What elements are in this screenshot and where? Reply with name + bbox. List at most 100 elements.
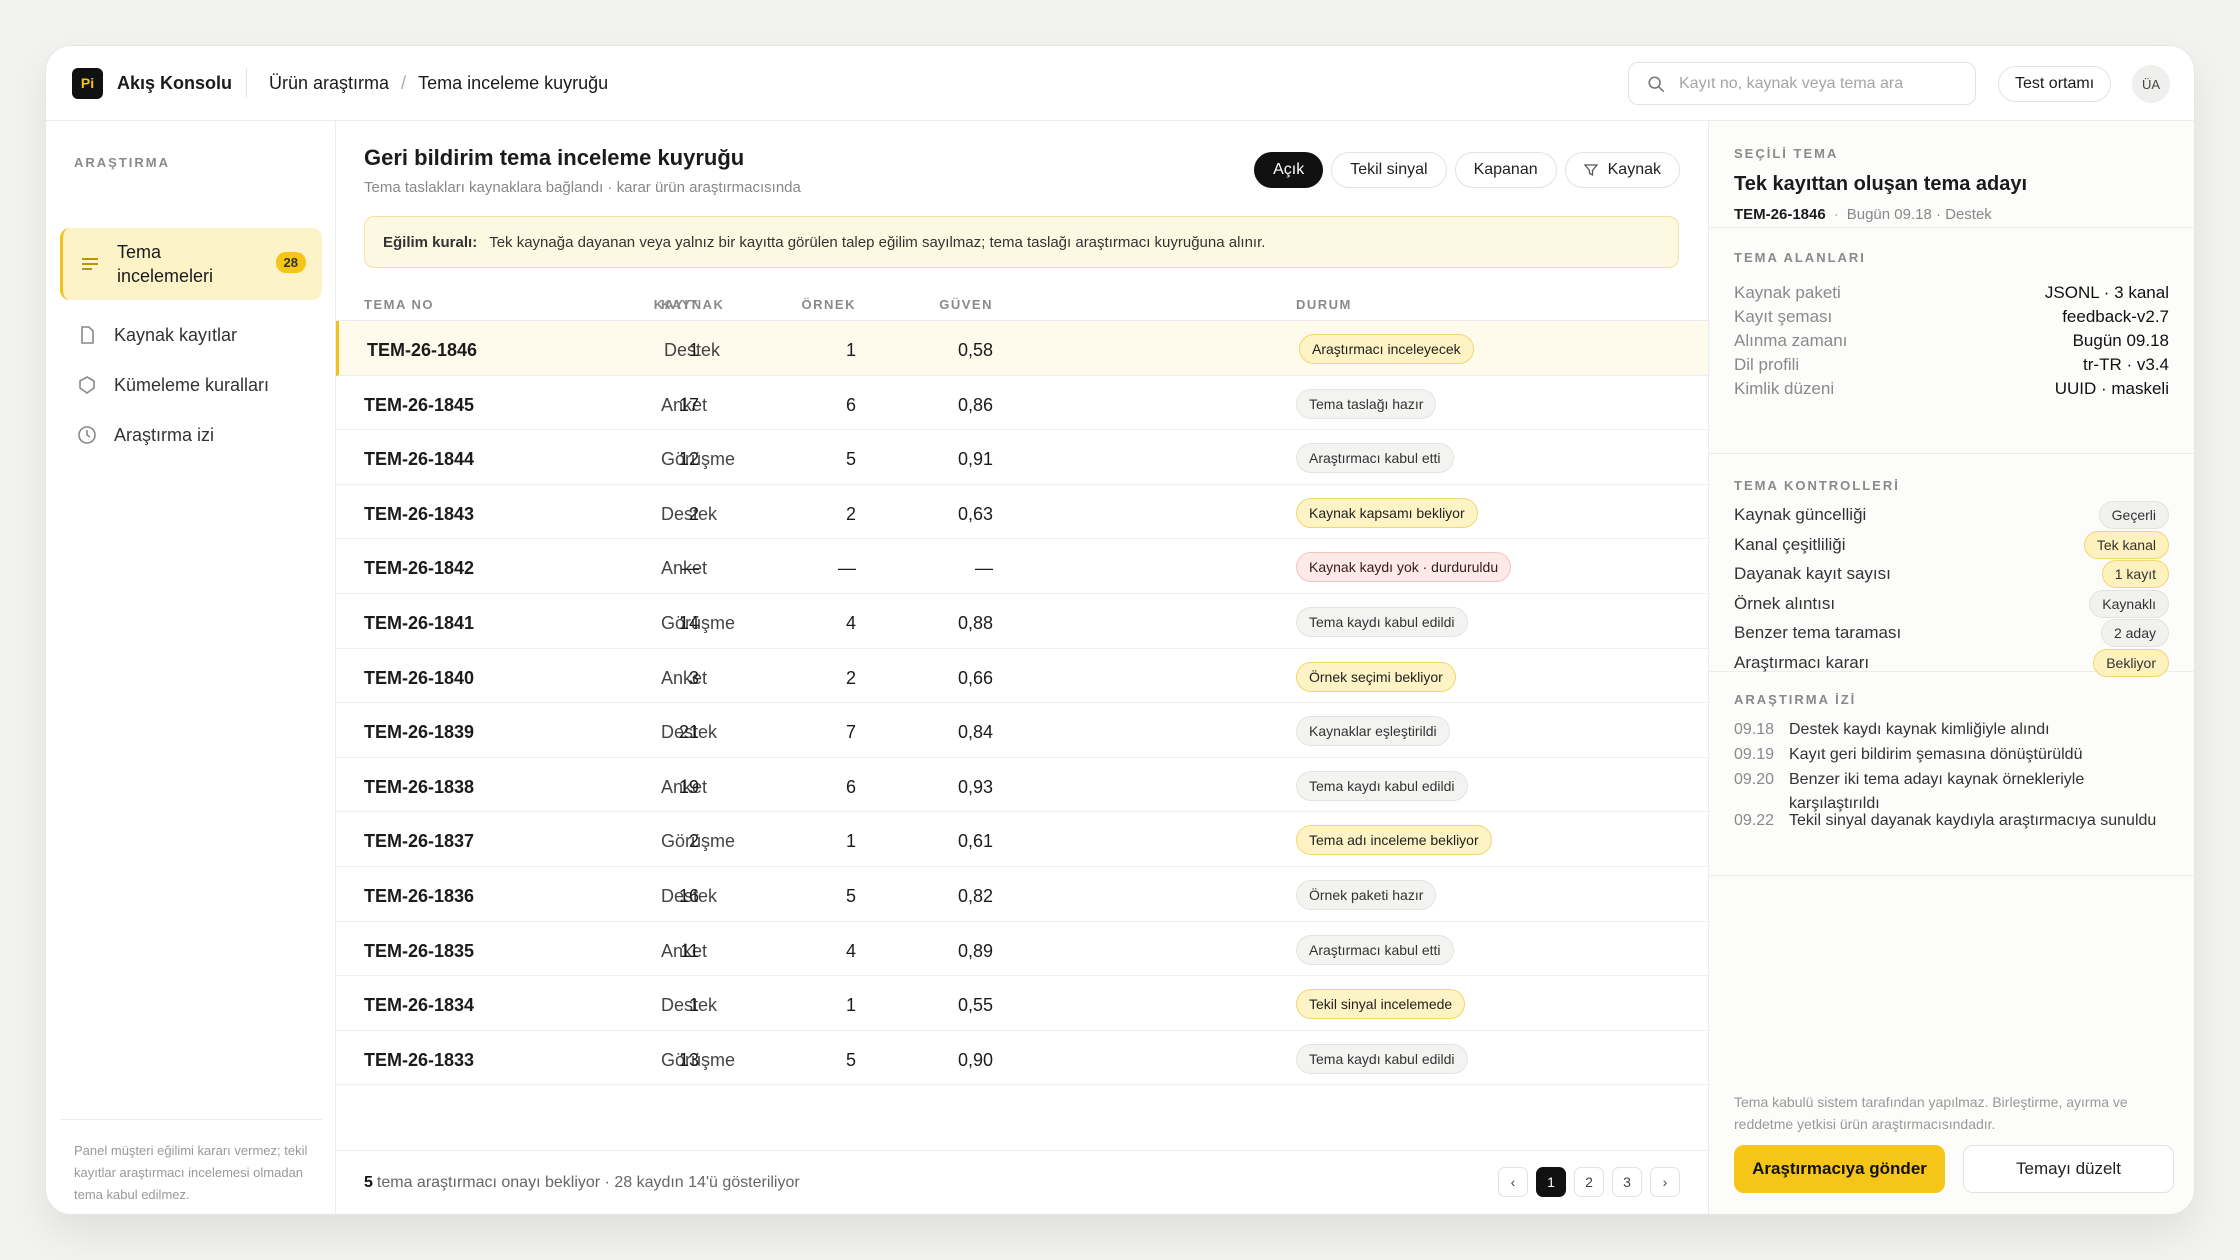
table-row[interactable]: TEM-26-1840 Anket 3 2 0,66 Örnek seçimi bekli…: [336, 649, 1708, 704]
table-row[interactable]: TEM-26-1835 Anket 11 4 0,89 Araştırmacı kabul…: [336, 922, 1708, 977]
status-badge: Kaynak kapsamı bekliyor: [1296, 497, 1478, 528]
table-row[interactable]: TEM-26-1838 Anket 19 6 0,93 Tema kaydı kabul …: [336, 758, 1708, 813]
table-row[interactable]: TEM-26-1841 Görüşme 14 4 0,88 Tema kaydı kabu…: [336, 594, 1708, 649]
trend-rule-banner: Eğilim kuralı: Tek kaynağa dayanan veya …: [364, 216, 1679, 268]
sidebar: ARAŞTIRMA Tema incelemeleri 28 Kaynak ka…: [46, 121, 336, 1214]
col-header-status[interactable]: DURUM: [1296, 297, 1352, 312]
main-content: Geri bildirim tema inceleme kuyruğu Tema…: [336, 121, 1708, 1214]
table-row[interactable]: TEM-26-1837 Görüşme 2 1 0,61 Tema adı incelem…: [336, 812, 1708, 867]
sidebar-item-research-trail[interactable]: Araştırma izi: [60, 414, 322, 456]
breadcrumb-item-research[interactable]: Ürün araştırma: [269, 73, 389, 94]
research-trail-section: ARAŞTIRMA İZİ 09.18 Destek kaydı kaynak k…: [1709, 672, 2194, 876]
status-badge: Örnek seçimi bekliyor: [1296, 661, 1456, 692]
send-to-researcher-button[interactable]: Araştırmacıya gönder: [1734, 1145, 1945, 1193]
confidence: 0,61: [957, 831, 993, 852]
confidence: 0,91: [957, 449, 993, 470]
sidebar-item-label: Kaynak kayıtlar: [114, 324, 238, 345]
sidebar-item-label: Araştırma izi: [114, 424, 215, 445]
rule-label: Eğilim kuralı:: [383, 233, 478, 251]
selected-theme-section: SEÇİLİ TEMA Tek kayıttan oluşan tema ada…: [1709, 121, 2194, 228]
field-value: tr-TR · v3.4: [2083, 355, 2169, 374]
field-row: Kimlik düzeni UUID · maskeli: [1734, 379, 2169, 399]
filter-open[interactable]: Açık: [1254, 152, 1324, 188]
status-badge: Örnek paketi hazır: [1296, 879, 1437, 910]
field-key: Alınma zamanı: [1734, 331, 1848, 350]
table-row[interactable]: TEM-26-1839 Destek 21 7 0,84 Kaynaklar eşleşt…: [336, 703, 1708, 758]
confidence: 0,84: [957, 722, 993, 743]
table-row[interactable]: TEM-26-1846 Destek 1 1 0,58 Araştırmacı incel…: [336, 321, 1708, 376]
trail-text: Kayıt geri bildirim şemasına dönüştürüld…: [1789, 746, 2083, 763]
list-icon: [79, 253, 101, 275]
table-row[interactable]: TEM-26-1842 Anket — — — Kaynak kaydı yok · du…: [336, 539, 1708, 594]
page-prev-button[interactable]: ‹: [1498, 1167, 1528, 1197]
table-row[interactable]: TEM-26-1833 Görüşme 13 5 0,90 Tema kaydı kabu…: [336, 1031, 1708, 1086]
filter-source-label: Kaynak: [1607, 161, 1661, 178]
theme-id: TEM-26-1846: [367, 340, 478, 360]
table-row[interactable]: TEM-26-1844 Görüşme 12 5 0,91 Araştırmacı kab…: [336, 430, 1708, 485]
table-row[interactable]: TEM-26-1843 Destek 2 2 0,63 Kaynak kapsamı be…: [336, 485, 1708, 540]
brand[interactable]: Pi Akış Konsolu: [46, 67, 246, 99]
trail-entry: 09.18 Destek kaydı kaynak kimliğiyle alın…: [1734, 718, 2169, 742]
filter-single-signal[interactable]: Tekil sinyal: [1331, 152, 1447, 188]
control-row: Benzer tema taraması 2 aday: [1734, 619, 2169, 648]
breadcrumb: Ürün araştırma / Tema inceleme kuyruğu: [269, 73, 608, 94]
sidebar-item-theme-reviews[interactable]: Tema incelemeleri 28: [60, 228, 322, 300]
search-input[interactable]: [1679, 74, 1969, 93]
page-next-button[interactable]: ›: [1650, 1167, 1680, 1197]
record-count: 17: [678, 394, 699, 415]
control-label: Kaynak güncelliği: [1734, 505, 1867, 524]
status-badge: Tekil sinyal incelemede: [1296, 989, 1466, 1020]
page-3-button[interactable]: 3: [1612, 1167, 1642, 1197]
app-name: Akış Konsolu: [117, 72, 233, 93]
sample-count: 5: [845, 1049, 856, 1070]
page-1-button[interactable]: 1: [1536, 1167, 1566, 1197]
col-header-no[interactable]: TEMA NO: [364, 297, 434, 312]
sample-count: —: [838, 558, 856, 579]
trail-entry: 09.19 Kayıt geri bildirim şemasına dönüşt…: [1734, 743, 2169, 767]
status-badge: Araştırmacı kabul etti: [1296, 443, 1454, 474]
avatar[interactable]: ÜA: [2132, 65, 2170, 103]
detail-panel: SEÇİLİ TEMA Tek kayıttan oluşan tema ada…: [1708, 121, 2194, 1214]
confidence: 0,90: [957, 1049, 993, 1070]
field-key: Kaynak paketi: [1734, 283, 1841, 302]
table-body: TEM-26-1846 Destek 1 1 0,58 Araştırmacı incel…: [336, 321, 1708, 1086]
edit-theme-button[interactable]: Temayı düzelt: [1963, 1145, 2174, 1193]
sidebar-item-source-records[interactable]: Kaynak kayıtlar: [60, 314, 322, 356]
search-box[interactable]: [1628, 62, 1976, 105]
filter-source[interactable]: Kaynak: [1564, 152, 1680, 188]
col-header-confidence[interactable]: GÜVEN: [939, 297, 993, 312]
control-status-badge: Geçerli: [2098, 501, 2169, 529]
table-row[interactable]: TEM-26-1836 Destek 16 5 0,82 Örnek paketi haz…: [336, 867, 1708, 922]
meta-dot: ·: [1833, 206, 1839, 223]
trail-text: Tekil sinyal dayanak kaydıyla araştırmac…: [1789, 812, 2157, 829]
record-count: 1: [688, 340, 699, 360]
sidebar-item-clustering-rules[interactable]: Kümeleme kuralları: [60, 364, 322, 406]
control-status-badge: Kaynaklı: [2089, 589, 2169, 618]
control-status-badge: 2 aday: [2100, 619, 2169, 648]
col-header-samples[interactable]: ÖRNEK: [802, 297, 856, 312]
filter-closed[interactable]: Kapanan: [1454, 152, 1557, 188]
record-count: 2: [688, 831, 699, 852]
record-count: 21: [678, 722, 699, 743]
field-value: JSONL · 3 kanal: [2044, 283, 2169, 302]
search-icon: [1648, 75, 1665, 92]
environment-button[interactable]: Test ortamı: [1998, 66, 2112, 102]
table-row[interactable]: TEM-26-1845 Anket 17 6 0,86 Tema taslağı hazı…: [336, 376, 1708, 431]
control-label: Kanal çeşitliliği: [1734, 534, 1846, 554]
theme-controls-section: TEMA KONTROLLERİ Kaynak güncelliği Geçerl…: [1709, 454, 2194, 677]
table-row[interactable]: TEM-26-1834 Destek 1 1 0,55 Tekil sinyal ince…: [336, 976, 1708, 1031]
sample-count: 6: [845, 776, 856, 797]
control-row: Örnek alıntısı Kaynaklı: [1734, 589, 2169, 618]
section-label: TEMA KONTROLLERİ: [1734, 478, 1900, 493]
col-header-records[interactable]: KAYIT: [654, 297, 699, 312]
field-key: Kimlik düzeni: [1734, 379, 1835, 398]
selected-theme-meta: Bugün 09.18 · Destek: [1846, 206, 1992, 223]
section-label: TEMA ALANLARI: [1734, 250, 1866, 265]
confidence: 0,66: [957, 667, 993, 688]
record-count: 11: [680, 940, 699, 961]
page-2-button[interactable]: 2: [1574, 1167, 1604, 1197]
field-row: Kayıt şeması feedback-v2.7: [1734, 307, 2169, 327]
section-label: SEÇİLİ TEMA: [1734, 146, 1839, 161]
record-count: 16: [678, 885, 699, 906]
page-title: Geri bildirim tema inceleme kuyruğu: [364, 145, 745, 170]
